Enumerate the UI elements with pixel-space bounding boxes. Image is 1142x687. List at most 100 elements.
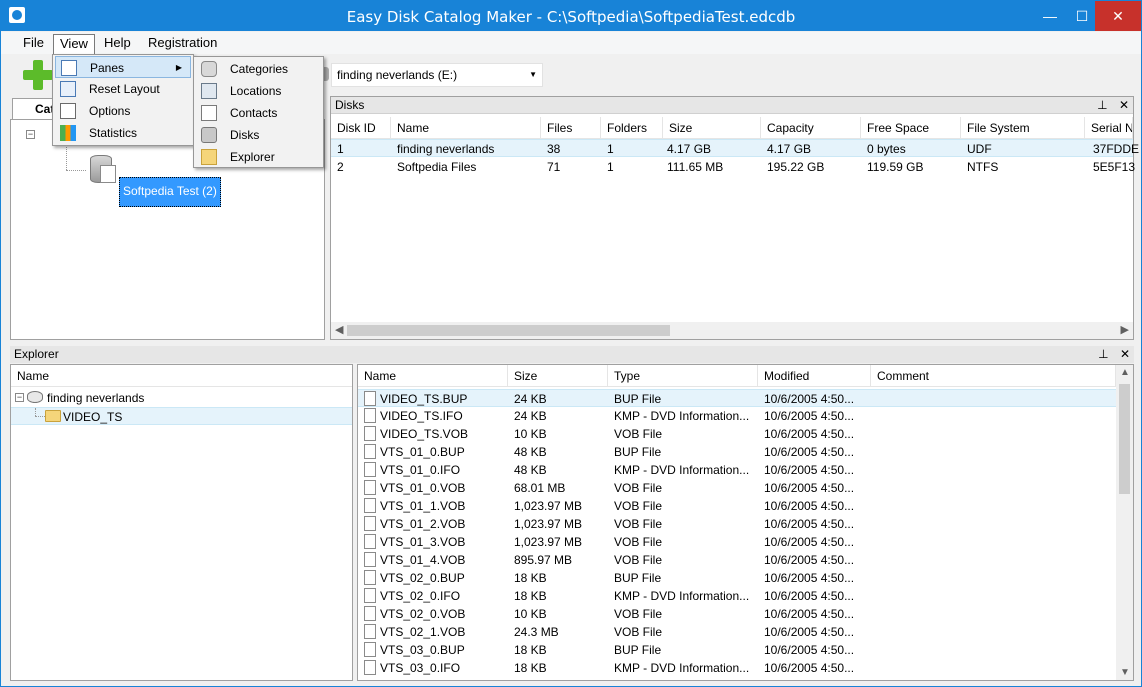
col-name[interactable]: Name xyxy=(391,117,541,139)
col-file-name[interactable]: Name xyxy=(358,365,508,387)
cell-file-modified: 10/6/2005 4:50... xyxy=(764,409,855,423)
menu-item-label: Reset Layout xyxy=(89,82,160,96)
scroll-thumb[interactable] xyxy=(347,325,670,336)
tree-node-row[interactable]: VIDEO_TS xyxy=(11,407,352,425)
disks-pane-header: Disks ⊥ ✕ xyxy=(331,97,1133,114)
cell-file-modified: 10/6/2005 4:50... xyxy=(764,392,855,406)
file-row[interactable]: VTS_03_0.IFO 18 KB KMP - DVD Information..… xyxy=(358,659,1133,677)
submenu-item-explorer[interactable]: Explorer xyxy=(196,146,322,168)
col-free-space[interactable]: Free Space xyxy=(861,117,961,139)
cell-file-type: VOB File xyxy=(614,625,663,639)
scroll-left-icon[interactable]: ◀ xyxy=(335,323,343,336)
cell-file-name: VTS_02_0.IFO xyxy=(380,589,461,603)
cell-file-name: VTS_01_0.BUP xyxy=(380,445,465,459)
cell-serial: 5E5F13 xyxy=(1093,160,1136,174)
scroll-right-icon[interactable]: ▶ xyxy=(1121,323,1129,336)
dropdown-arrow-icon[interactable]: ▼ xyxy=(529,64,537,86)
file-row[interactable]: VTS_01_4.VOB 895.97 MB VOB File 10/6/2005 4… xyxy=(358,551,1133,569)
cell-size: 4.17 GB xyxy=(667,142,712,156)
menu-bar: File View Help Registration xyxy=(1,32,1141,54)
pin-icon[interactable]: ⊥ xyxy=(1097,98,1107,112)
col-disk-id[interactable]: Disk ID xyxy=(331,117,391,139)
col-file-size[interactable]: Size xyxy=(508,365,608,387)
cell-size: 111.65 MB xyxy=(667,160,724,174)
add-icon[interactable] xyxy=(23,60,53,90)
disks-pane-title: Disks xyxy=(335,98,365,112)
file-row[interactable]: VTS_01_1.VOB 1,023.97 MB VOB File 10/6/2005… xyxy=(358,497,1133,515)
category-node-selected[interactable]: Softpedia Test (2) xyxy=(119,177,221,207)
menu-help[interactable]: Help xyxy=(98,34,137,54)
cell-file-type: VOB File xyxy=(614,481,663,495)
col-serial[interactable]: Serial N xyxy=(1085,117,1133,139)
statistics-icon xyxy=(60,125,76,141)
disks-icon xyxy=(201,127,217,143)
disks-pane: Disks ⊥ ✕ Disk ID Name Files Folders Siz… xyxy=(330,96,1139,340)
collapse-icon[interactable]: − xyxy=(15,393,24,402)
col-folders[interactable]: Folders xyxy=(601,117,663,139)
menu-item-options[interactable]: Options xyxy=(55,100,191,122)
file-row[interactable]: VTS_01_3.VOB 1,023.97 MB VOB File 10/6/2005… xyxy=(358,533,1133,551)
file-row[interactable]: VTS_02_0.BUP 18 KB BUP File 10/6/2005 4:50.… xyxy=(358,569,1133,587)
cell-file-name: VTS_03_0.BUP xyxy=(380,643,465,657)
scroll-down-icon[interactable]: ▼ xyxy=(1120,667,1130,678)
close-pane-icon[interactable]: ✕ xyxy=(1120,347,1130,361)
menu-item-reset-layout[interactable]: Reset Layout xyxy=(55,78,191,100)
menu-item-label: Disks xyxy=(230,128,260,142)
explorer-tree: Name − finding neverlands VIDEO_TS xyxy=(10,364,353,681)
cell-file-size: 895.97 MB xyxy=(514,553,573,567)
cell-file-type: VOB File xyxy=(614,517,663,531)
col-file-type[interactable]: Type xyxy=(608,365,758,387)
submenu-item-disks[interactable]: Disks xyxy=(196,124,322,146)
col-tree-name[interactable]: Name xyxy=(11,365,352,387)
file-row[interactable]: VTS_02_0.IFO 18 KB KMP - DVD Information..… xyxy=(358,587,1133,605)
horizontal-scrollbar[interactable]: ◀ ▶ xyxy=(331,322,1133,339)
disk-select[interactable]: finding neverlands (E:) ▼ xyxy=(331,63,543,87)
close-pane-icon[interactable]: ✕ xyxy=(1119,98,1129,112)
cell-file-name: VTS_03_0.IFO xyxy=(380,661,461,675)
cell-file-modified: 10/6/2005 4:50... xyxy=(764,535,855,549)
close-button[interactable]: ✕ xyxy=(1095,1,1141,31)
disk-row[interactable]: 2 Softpedia Files 71 1 111.65 MB 195.22 … xyxy=(331,158,1136,176)
col-capacity[interactable]: Capacity xyxy=(761,117,861,139)
submenu-item-locations[interactable]: Locations xyxy=(196,80,322,102)
tree-line xyxy=(35,416,45,417)
pin-icon[interactable]: ⊥ xyxy=(1098,347,1108,361)
col-file-system[interactable]: File System xyxy=(961,117,1085,139)
file-row[interactable]: VTS_01_0.IFO 48 KB KMP - DVD Information..… xyxy=(358,461,1133,479)
disk-row[interactable]: 1 finding neverlands 38 1 4.17 GB 4.17 G… xyxy=(331,139,1139,157)
file-row[interactable]: VTS_01_0.VOB 68.01 MB VOB File 10/6/2005 4:… xyxy=(358,479,1133,497)
cell-file-size: 10 KB xyxy=(514,427,547,441)
scroll-up-icon[interactable]: ▲ xyxy=(1120,367,1130,378)
col-file-comment[interactable]: Comment xyxy=(871,365,1116,387)
menu-item-statistics[interactable]: Statistics xyxy=(55,122,191,144)
title-bar: Easy Disk Catalog Maker - C:\Softpedia\S… xyxy=(1,1,1141,31)
cell-file-system: UDF xyxy=(967,142,992,156)
options-icon xyxy=(60,103,76,119)
menu-registration[interactable]: Registration xyxy=(142,34,223,54)
file-row[interactable]: VTS_01_2.VOB 1,023.97 MB VOB File 10/6/2005… xyxy=(358,515,1133,533)
col-size[interactable]: Size xyxy=(663,117,761,139)
menu-file[interactable]: File xyxy=(17,34,50,54)
file-row[interactable]: VTS_02_0.VOB 10 KB VOB File 10/6/2005 4:50.… xyxy=(358,605,1133,623)
file-row[interactable]: VTS_02_1.VOB 24.3 MB VOB File 10/6/2005 4:5… xyxy=(358,623,1133,641)
file-row[interactable]: VTS_01_0.BUP 48 KB BUP File 10/6/2005 4:50.… xyxy=(358,443,1133,461)
submenu-item-contacts[interactable]: Contacts xyxy=(196,102,322,124)
file-row[interactable]: VIDEO_TS.VOB 10 KB VOB File 10/6/2005 4:50.… xyxy=(358,425,1133,443)
col-file-modified[interactable]: Modified xyxy=(758,365,871,387)
file-row[interactable]: VIDEO_TS.BUP 24 KB BUP File 10/6/2005 4:50.… xyxy=(358,389,1133,407)
scroll-thumb[interactable] xyxy=(1119,384,1130,494)
collapse-icon[interactable]: − xyxy=(26,130,35,139)
file-row[interactable]: VIDEO_TS.IFO 24 KB KMP - DVD Information..… xyxy=(358,407,1133,425)
menu-item-panes[interactable]: Panes ▶ xyxy=(55,56,191,78)
submenu-item-categories[interactable]: Categories xyxy=(196,58,322,80)
panes-submenu: Categories Locations Contacts Disks Expl… xyxy=(193,56,324,168)
cell-file-size: 48 KB xyxy=(514,463,547,477)
col-files[interactable]: Files xyxy=(541,117,601,139)
disks-grid-header: Disk ID Name Files Folders Size Capacity… xyxy=(331,117,1133,139)
cell-file-modified: 10/6/2005 4:50... xyxy=(764,571,855,585)
vertical-scrollbar[interactable]: ▲ ▼ xyxy=(1116,365,1133,680)
file-row[interactable]: VTS_03_0.BUP 18 KB BUP File 10/6/2005 4:50.… xyxy=(358,641,1133,659)
tree-node-disk[interactable]: finding neverlands xyxy=(41,389,144,407)
menu-view[interactable]: View xyxy=(53,34,95,54)
cell-file-size: 24 KB xyxy=(514,409,547,423)
